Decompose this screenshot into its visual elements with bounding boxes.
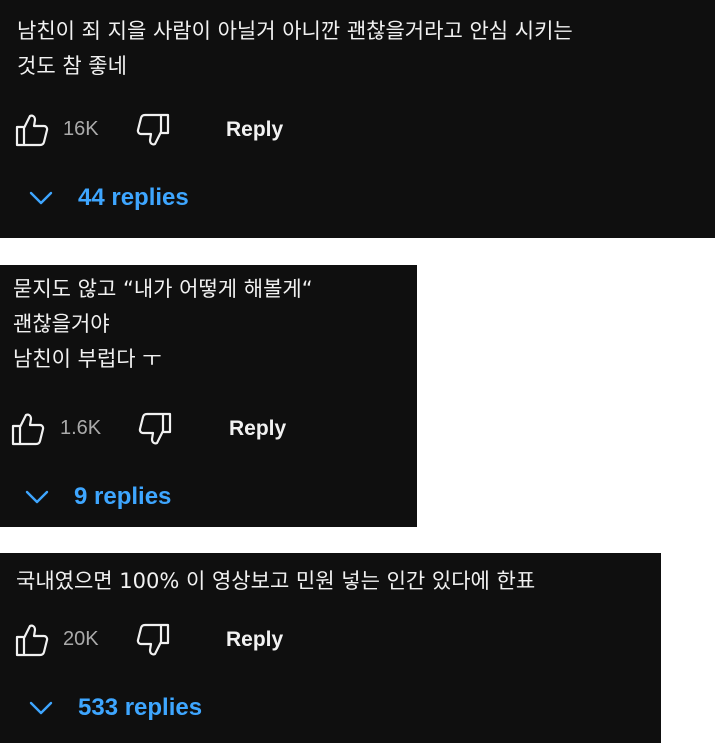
like-count: 16K: [63, 118, 99, 140]
replies-count-label: 44 replies: [78, 184, 189, 211]
thumb-down-icon[interactable]: [135, 622, 171, 658]
reply-button[interactable]: Reply: [229, 417, 286, 441]
thumb-down-icon[interactable]: [135, 112, 171, 148]
chevron-down-icon: [28, 695, 54, 721]
comment-text: 국내였으면 100% 이 영상보고 민원 넣는 인간 있다에 한표: [16, 564, 535, 599]
thumb-up-icon[interactable]: [14, 112, 50, 148]
like-count: 20K: [63, 628, 99, 650]
reply-button[interactable]: Reply: [226, 118, 283, 142]
replies-count-label: 9 replies: [74, 483, 172, 510]
comment-text-line: 국내였으면 100% 이 영상보고 민원 넣는 인간 있다에 한표: [16, 569, 536, 593]
view-replies-button[interactable]: 44 replies: [28, 184, 189, 212]
thumb-up-icon[interactable]: [10, 411, 46, 447]
comment-text-line: 괜찮을거야: [13, 312, 110, 336]
comment-text: 묻지도 않고 “내가 어떻게 해볼게“ 괜찮을거야 남친이 부럽다 ㅜ: [13, 272, 313, 377]
comment-text-line: 묻지도 않고 “내가 어떻게 해볼게“: [13, 277, 313, 301]
chevron-down-icon: [28, 185, 54, 211]
reply-button[interactable]: Reply: [226, 628, 283, 652]
thumb-up-icon[interactable]: [14, 622, 50, 658]
like-count: 1.6K: [60, 417, 102, 439]
comment-text-line: 것도 참 좋네: [17, 54, 127, 78]
chevron-down-icon: [24, 484, 50, 510]
comment-text-line: 남친이 부럽다 ㅜ: [13, 347, 162, 371]
view-replies-button[interactable]: 9 replies: [24, 483, 171, 511]
thumb-down-icon[interactable]: [137, 411, 173, 447]
view-replies-button[interactable]: 533 replies: [28, 694, 202, 722]
replies-count-label: 533 replies: [78, 694, 203, 721]
comment-text: 남친이 죄 지을 사람이 아닐거 아니깐 괜찮을거라고 안심 시키는 것도 참 …: [17, 14, 573, 84]
comment-card: 국내였으면 100% 이 영상보고 민원 넣는 인간 있다에 한표 20K Re…: [0, 553, 661, 743]
comment-text-line: 남친이 죄 지을 사람이 아닐거 아니깐 괜찮을거라고 안심 시키는: [17, 19, 573, 43]
comment-card: 묻지도 않고 “내가 어떻게 해볼게“ 괜찮을거야 남친이 부럽다 ㅜ 1.6K…: [0, 265, 417, 527]
comment-card: 남친이 죄 지을 사람이 아닐거 아니깐 괜찮을거라고 안심 시키는 것도 참 …: [0, 0, 715, 238]
